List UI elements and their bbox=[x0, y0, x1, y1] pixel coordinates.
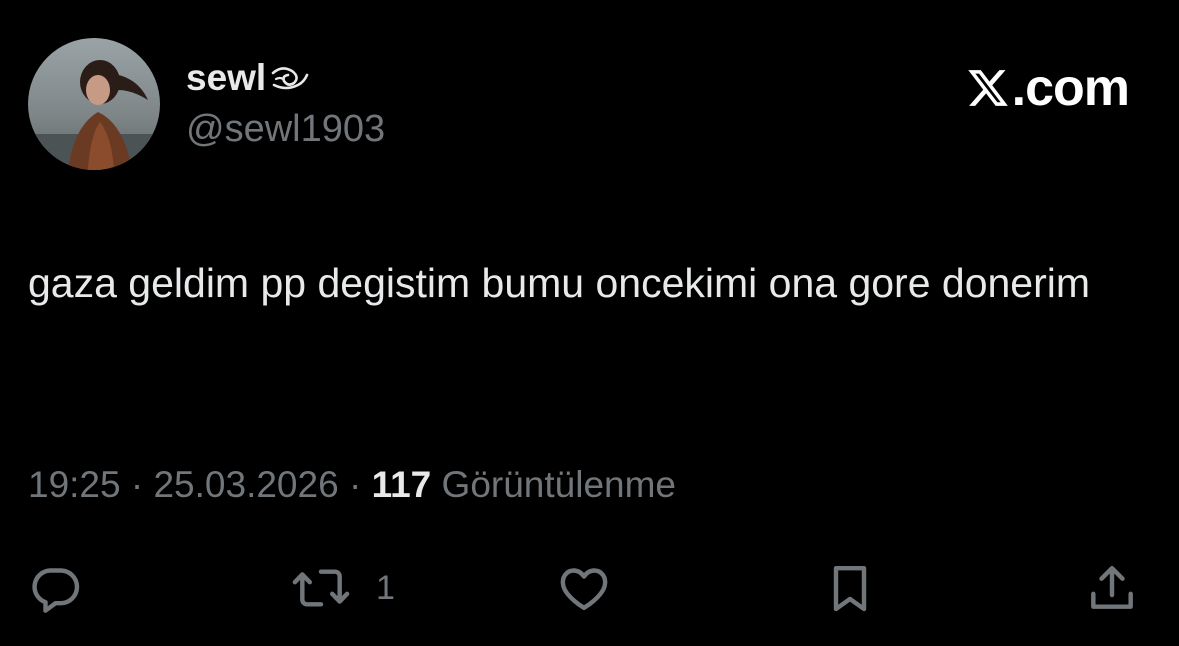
tweet-time[interactable]: 19:25 bbox=[28, 464, 121, 505]
brand-watermark: .com bbox=[966, 59, 1130, 117]
action-bar: 1 bbox=[0, 560, 1179, 616]
brand-text: .com bbox=[1011, 59, 1130, 117]
share-icon bbox=[1091, 565, 1133, 609]
display-name[interactable]: sewl bbox=[186, 57, 266, 99]
retweet-button[interactable]: 1 bbox=[288, 560, 395, 616]
views-count: 117 bbox=[371, 464, 432, 505]
like-button[interactable] bbox=[552, 560, 616, 616]
tweet-date[interactable]: 25.03.2026 bbox=[153, 464, 338, 505]
heart-icon bbox=[560, 568, 608, 611]
views-label: Görüntülenme bbox=[441, 464, 677, 505]
separator: · bbox=[348, 464, 362, 505]
tweet-text: gaza geldim pp degistim bumu oncekimi on… bbox=[28, 260, 1091, 306]
avatar[interactable] bbox=[28, 38, 160, 170]
wave-swirl-emoji-icon bbox=[270, 63, 310, 93]
bookmark-button[interactable] bbox=[820, 560, 880, 616]
display-name-row[interactable]: sewl bbox=[186, 56, 310, 100]
reply-button[interactable] bbox=[26, 560, 86, 616]
x-logo-icon bbox=[967, 70, 1008, 106]
reply-icon bbox=[32, 568, 80, 613]
share-button[interactable] bbox=[1082, 560, 1142, 616]
tweet-meta: 19:25 · 25.03.2026 · 117 Görüntülenme bbox=[28, 464, 676, 506]
retweet-icon bbox=[292, 569, 350, 607]
bookmark-icon bbox=[833, 565, 867, 612]
separator: · bbox=[130, 464, 144, 505]
handle[interactable]: @sewl1903 bbox=[186, 108, 385, 151]
retweet-count: 1 bbox=[376, 568, 395, 607]
profile-photo bbox=[28, 38, 160, 170]
